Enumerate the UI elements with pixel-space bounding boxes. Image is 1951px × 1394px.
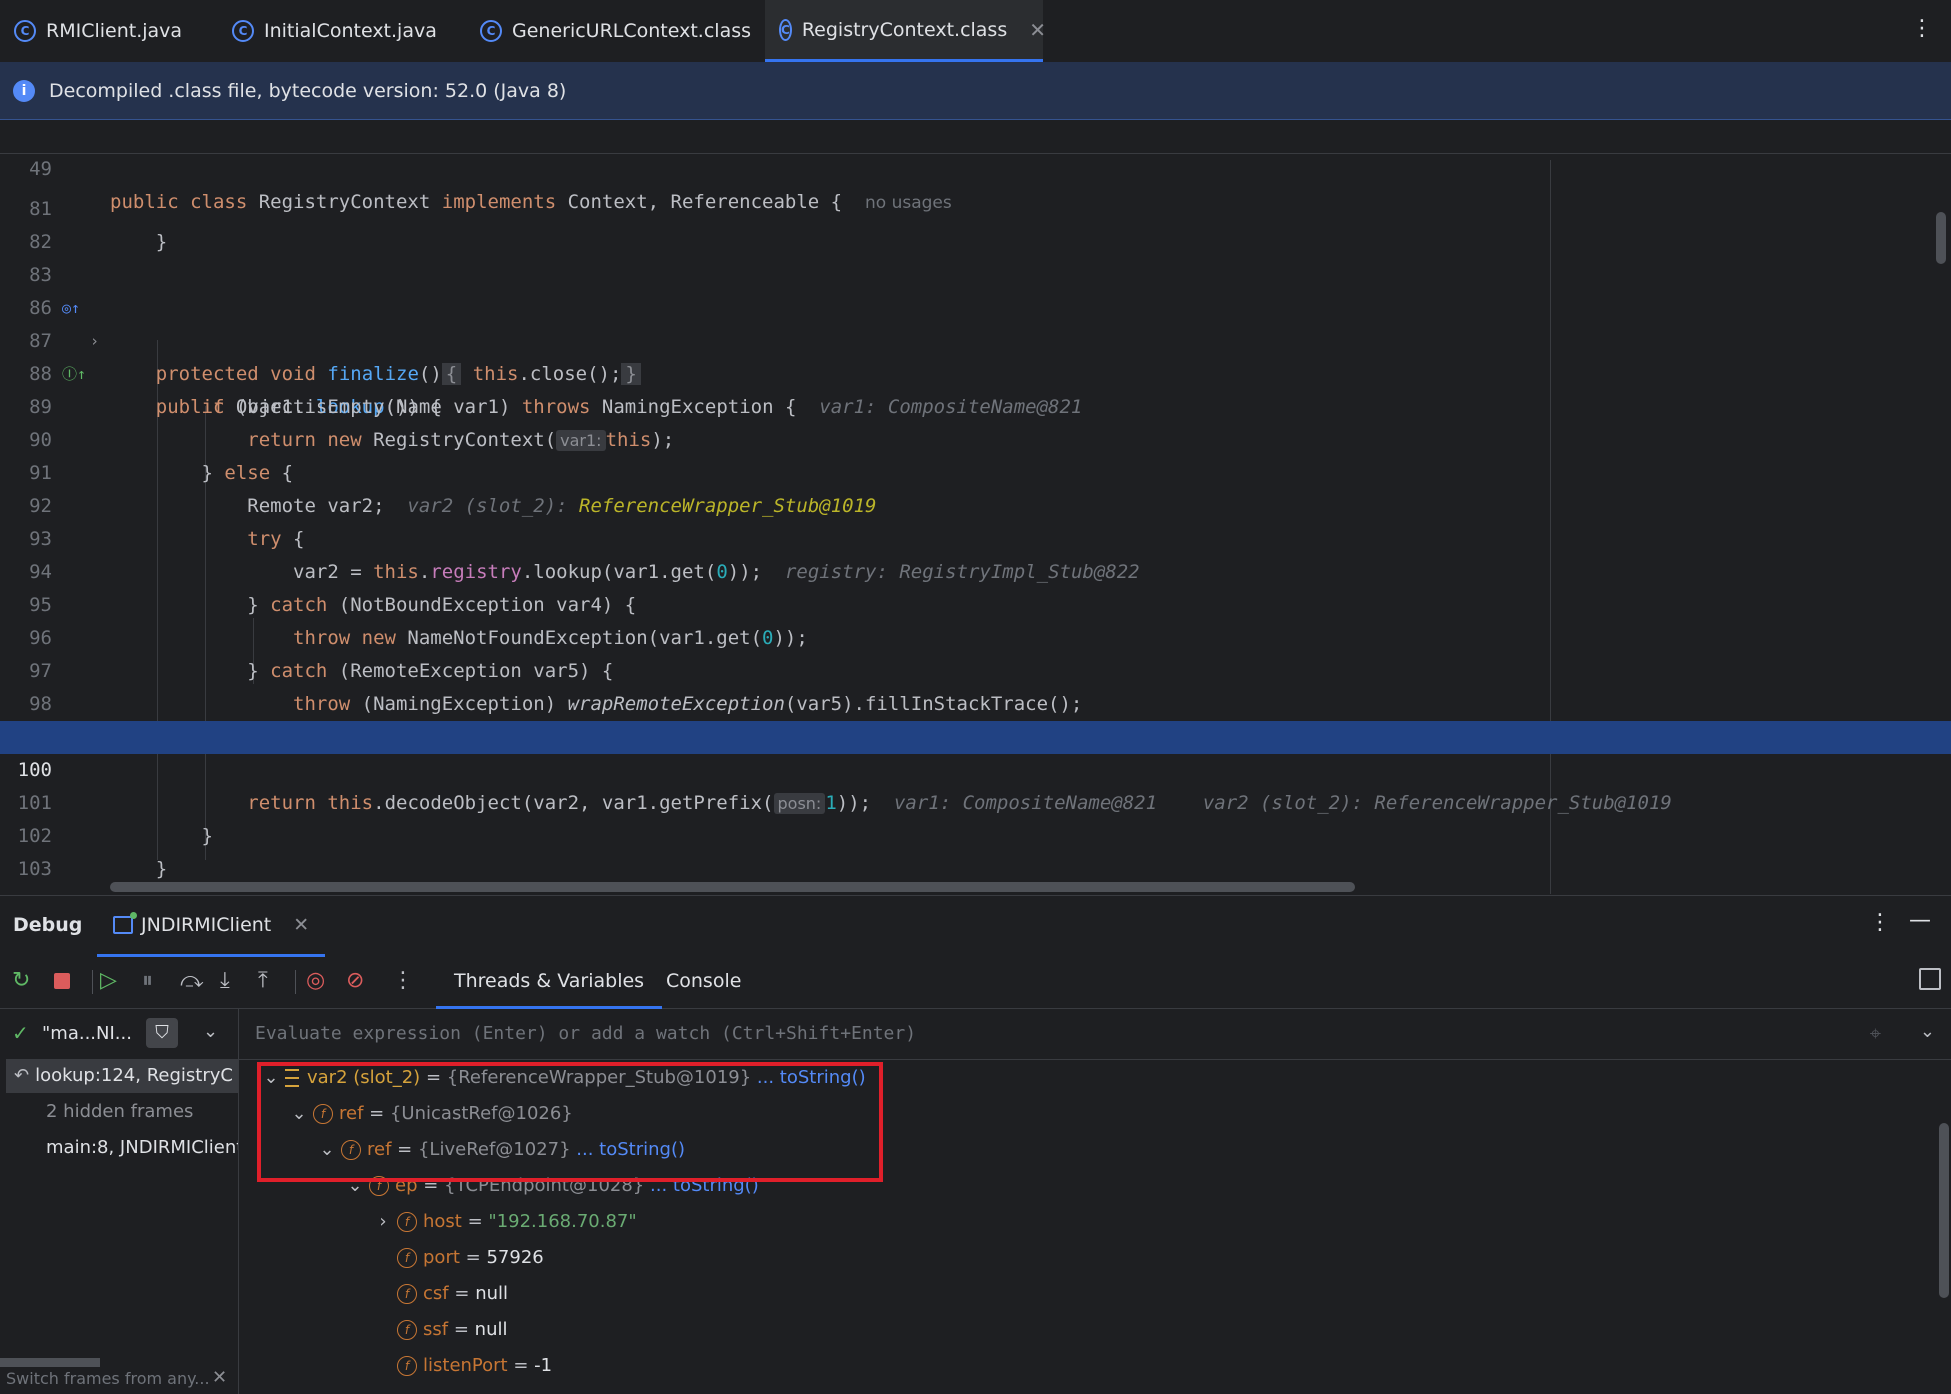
tab-rmiclient[interactable]: C RMIClient.java <box>0 0 212 62</box>
vertical-scrollbar[interactable] <box>1936 212 1946 264</box>
add-watch-icon[interactable]: ⌖ <box>1870 1021 1881 1045</box>
code-line[interactable]: 92 try { <box>0 457 1951 550</box>
thread-selector[interactable]: ✓ "ma...NI... ⛉ ⌄ <box>0 1009 238 1059</box>
code-line[interactable]: 88 if (var1.isEmpty()) { <box>0 325 1951 418</box>
return-icon: ↶ <box>14 1065 30 1086</box>
chevron-down-icon[interactable]: ⌄ <box>203 1021 218 1042</box>
class-icon: C <box>232 20 254 42</box>
watch-input[interactable]: Evaluate expression (Enter) or add a wat… <box>239 1009 1951 1060</box>
filter-icon[interactable]: ⛉ <box>146 1018 178 1048</box>
code-line[interactable]: 101 } <box>0 754 1951 847</box>
field-icon: f <box>397 1212 417 1232</box>
debug-session-tab[interactable]: JNDIRMIClient ✕ <box>97 896 326 957</box>
field-icon: f <box>397 1248 417 1268</box>
highlight-annotation-box <box>257 1062 883 1182</box>
tab-label: RegistryContext.class <box>801 18 1008 41</box>
code-line[interactable]: 103 <box>0 820 1951 880</box>
variable-row[interactable]: f csf = null <box>393 1276 508 1312</box>
watch-placeholder: Evaluate expression (Enter) or add a wat… <box>255 1023 917 1044</box>
code-line[interactable]: 96 } catch (RemoteException var5) { <box>0 589 1951 682</box>
variable-row[interactable]: f port = 57926 <box>393 1240 544 1276</box>
check-icon: ✓ <box>12 1021 29 1045</box>
code-line[interactable]: 90 } else { <box>0 391 1951 484</box>
resume-icon[interactable]: ▷ <box>100 968 117 994</box>
execution-point-line[interactable]: 100 return this.decodeObject(var2, var1.… <box>0 721 1951 814</box>
chevron-right-icon[interactable]: › <box>373 1204 393 1240</box>
more-actions-icon[interactable]: ⋮ <box>392 968 414 994</box>
minimize-icon[interactable]: — <box>1909 908 1931 933</box>
code-line[interactable]: 95 throw new NameNotFoundException(var1.… <box>0 556 1951 649</box>
rerun-icon[interactable]: ↻ <box>12 968 30 994</box>
stop-icon[interactable] <box>54 973 70 989</box>
session-label: JNDIRMIClient <box>141 914 272 936</box>
frames-panel: ✓ "ma...NI... ⛉ ⌄ ↶ lookup:124, RegistryC… <box>0 1009 239 1394</box>
editor-tab-bar: C RMIClient.java C InitialContext.java C… <box>0 0 1951 63</box>
layout-icon[interactable] <box>1919 968 1941 990</box>
step-into-icon[interactable]: ⤓ <box>220 968 230 994</box>
tab-initialcontext[interactable]: C InitialContext.java <box>218 0 464 62</box>
step-out-icon[interactable]: ⤒ <box>258 968 268 994</box>
info-icon: i <box>13 79 35 102</box>
view-breakpoints-icon[interactable]: ◎ <box>306 968 325 994</box>
field-icon: f <box>397 1284 417 1304</box>
variable-row[interactable]: f listenPort = -1 <box>393 1348 552 1384</box>
variable-row[interactable]: › f host = "192.168.70.87" <box>373 1204 637 1240</box>
switch-frames-hint: Switch frames from any... <box>6 1369 210 1388</box>
variable-row[interactable]: f ssf = null <box>393 1312 507 1348</box>
hidden-frames-item[interactable]: 2 hidden frames <box>6 1095 238 1129</box>
code-line[interactable]: 81 } <box>0 160 1951 253</box>
vertical-scrollbar[interactable] <box>1939 1123 1949 1298</box>
step-over-icon[interactable]: ⤼ <box>180 968 204 994</box>
tab-label: GenericURLContext.class <box>512 20 752 42</box>
code-line[interactable]: 98 } <box>0 655 1951 748</box>
code-line[interactable]: 102 } <box>0 787 1951 880</box>
class-icon: C <box>480 20 502 42</box>
code-line[interactable]: 94 } catch (NotBoundException var4) { <box>0 523 1951 616</box>
tab-threads-variables[interactable]: Threads & Variables <box>436 956 663 1009</box>
frame-item[interactable]: ↶ lookup:124, RegistryC <box>6 1059 238 1093</box>
field-icon: f <box>397 1356 417 1376</box>
chevron-down-icon[interactable]: ⌄ <box>1920 1021 1935 1042</box>
class-icon: C <box>779 18 792 41</box>
tab-label: RMIClient.java <box>46 20 183 42</box>
code-line[interactable]: 86 <box>0 259 1951 319</box>
horizontal-scrollbar[interactable] <box>110 882 1355 892</box>
code-line[interactable]: 82 <box>0 193 1951 253</box>
mute-breakpoints-icon[interactable]: ⊘ <box>346 968 364 994</box>
tab-genericurlcontext[interactable]: C GenericURLContext.class <box>466 0 762 62</box>
debug-title: Debug <box>13 914 83 936</box>
thread-name: "ma...NI... <box>42 1023 132 1044</box>
session-icon <box>113 912 137 934</box>
tab-console[interactable]: Console <box>648 956 759 1006</box>
debug-toolbar: ↻ ▷ ⏸ ⤼ ⤓ ⤒ ◎ ⊘ ⋮ Threads & Variables Co… <box>0 956 1951 1009</box>
code-line[interactable]: 83 ◎↑ › protected void finalize(){ this.… <box>0 226 1951 385</box>
horizontal-scrollbar[interactable] <box>0 1358 100 1367</box>
code-line[interactable]: 89 return new RegistryContext(var1: this)… <box>0 358 1951 451</box>
pause-icon[interactable]: ⏸ <box>142 968 153 994</box>
debug-header: Debug JNDIRMIClient ✕ ⋮ — <box>0 896 1951 957</box>
code-line[interactable]: 99 <box>0 688 1951 748</box>
more-options-icon[interactable]: ⋮ <box>1869 910 1891 935</box>
code-line[interactable]: 93 var2 = this.registry.lookup(var1.get(… <box>0 490 1951 583</box>
code-line[interactable]: 87 Ⓘ↑ public Object lookup(Name var1) th… <box>0 292 1951 418</box>
close-icon[interactable]: ✕ <box>293 914 309 936</box>
class-icon: C <box>14 20 36 42</box>
tab-label: InitialContext.java <box>264 20 437 42</box>
frame-item[interactable]: main:8, JNDIRMIClient <box>6 1131 238 1165</box>
code-line[interactable]: 91 Remote var2; var2 (slot_2): Reference… <box>0 424 1951 517</box>
close-icon[interactable]: ✕ <box>212 1367 227 1388</box>
tab-registrycontext[interactable]: C RegistryContext.class ✕ <box>765 0 1046 62</box>
close-icon[interactable]: ✕ <box>1029 18 1046 42</box>
code-editor[interactable]: 49 public class RegistryContext implemen… <box>0 120 1951 894</box>
more-options-icon[interactable]: ⋮ <box>1911 16 1933 41</box>
decompiled-banner: i Decompiled .class file, bytecode versi… <box>0 62 1951 120</box>
sticky-class-header[interactable]: 49 public class RegistryContext implemen… <box>0 120 1951 213</box>
code-line[interactable]: 97 throw (NamingException) wrapRemoteExc… <box>0 622 1951 715</box>
banner-text: Decompiled .class file, bytecode version… <box>49 79 567 102</box>
field-icon: f <box>397 1320 417 1340</box>
